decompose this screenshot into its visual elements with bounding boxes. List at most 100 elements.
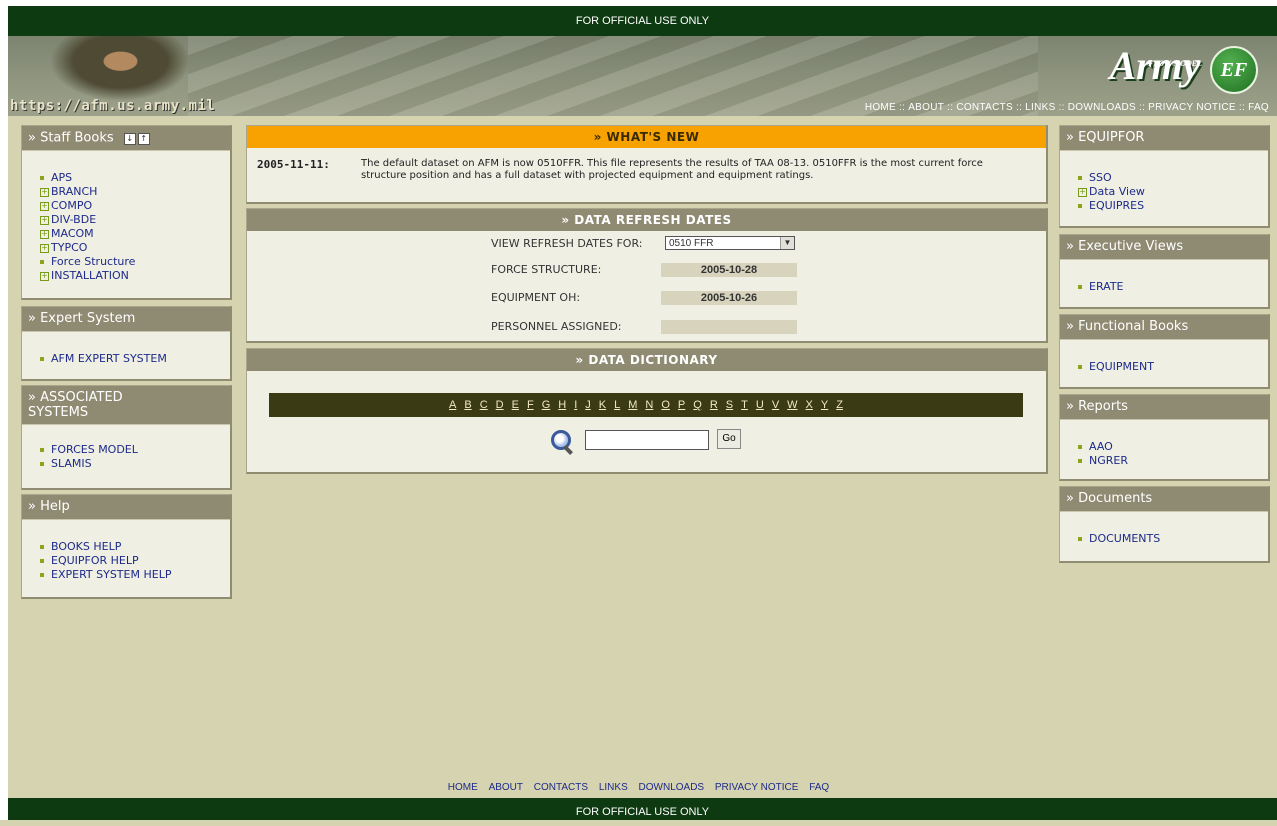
list-item[interactable]: SSO bbox=[1078, 171, 1268, 185]
letter-link-e[interactable]: E bbox=[512, 399, 519, 411]
list-item[interactable]: EQUIPMENT bbox=[1078, 360, 1268, 374]
letter-link-a[interactable]: A bbox=[449, 399, 456, 411]
collapse-all-icon[interactable]: ↑ bbox=[137, 133, 150, 145]
letter-link-y[interactable]: Y bbox=[821, 399, 828, 411]
menu-link-macom[interactable]: MACOM bbox=[51, 227, 94, 240]
letter-link-m[interactable]: M bbox=[628, 399, 637, 411]
letter-link-b[interactable]: B bbox=[464, 399, 471, 411]
footer-link-downloads[interactable]: DOWNLOADS bbox=[639, 782, 705, 793]
letter-link-h[interactable]: H bbox=[558, 399, 566, 411]
go-button[interactable]: Go bbox=[717, 429, 741, 449]
menu-link-sso[interactable]: SSO bbox=[1089, 171, 1112, 184]
footer-link-faq[interactable]: FAQ bbox=[809, 782, 829, 793]
letter-link-s[interactable]: S bbox=[726, 399, 733, 411]
menu-link-branch[interactable]: BRANCH bbox=[51, 185, 97, 198]
letter-link-o[interactable]: O bbox=[661, 399, 670, 411]
menu-link-books-help[interactable]: BOOKS HELP bbox=[51, 540, 121, 553]
menu-link-equipment[interactable]: EQUIPMENT bbox=[1089, 360, 1154, 373]
nav-links[interactable]: LINKS bbox=[1025, 102, 1055, 113]
magnifier-handle bbox=[563, 445, 573, 455]
list-item[interactable]: INSTALLATION bbox=[40, 269, 230, 283]
expand-icon[interactable] bbox=[40, 185, 51, 199]
nav-home[interactable]: HOME bbox=[865, 102, 896, 113]
letter-link-l[interactable]: L bbox=[614, 399, 620, 411]
menu-link-force-structure[interactable]: Force Structure bbox=[51, 255, 135, 268]
menu-link-aao[interactable]: AAO bbox=[1089, 440, 1113, 453]
dropdown-arrow-icon[interactable]: ▼ bbox=[780, 237, 794, 249]
expand-icon[interactable] bbox=[40, 213, 51, 227]
letter-link-c[interactable]: C bbox=[480, 399, 488, 411]
expand-icon[interactable] bbox=[1078, 185, 1089, 199]
list-item[interactable]: DIV-BDE bbox=[40, 213, 230, 227]
list-item[interactable]: BRANCH bbox=[40, 185, 230, 199]
nav-contacts[interactable]: CONTACTS bbox=[956, 102, 1013, 113]
letter-link-t[interactable]: T bbox=[741, 399, 748, 411]
letter-link-q[interactable]: Q bbox=[693, 399, 702, 411]
list-item[interactable]: COMPO bbox=[40, 199, 230, 213]
footer-link-about[interactable]: ABOUT bbox=[489, 782, 523, 793]
letter-link-j[interactable]: J bbox=[585, 399, 591, 411]
list-item[interactable]: EXPERT SYSTEM HELP bbox=[40, 568, 230, 582]
list-item[interactable]: TYPCO bbox=[40, 241, 230, 255]
menu-link-afm-expert-system[interactable]: AFM EXPERT SYSTEM bbox=[51, 352, 167, 365]
letter-link-d[interactable]: D bbox=[496, 399, 504, 411]
menu-link-compo[interactable]: COMPO bbox=[51, 199, 92, 212]
menu-link-aps[interactable]: APS bbox=[51, 171, 72, 184]
list-item[interactable]: ERATE bbox=[1078, 280, 1268, 294]
expand-icon[interactable] bbox=[40, 241, 51, 255]
letter-link-k[interactable]: K bbox=[599, 399, 606, 411]
list-item[interactable]: DOCUMENTS bbox=[1078, 532, 1268, 546]
nav-downloads[interactable]: DOWNLOADS bbox=[1068, 102, 1136, 113]
footer-link-privacy-notice[interactable]: PRIVACY NOTICE bbox=[715, 782, 799, 793]
letter-link-z[interactable]: Z bbox=[836, 399, 843, 411]
letter-link-x[interactable]: X bbox=[806, 399, 813, 411]
list-item[interactable]: NGRER bbox=[1078, 454, 1268, 468]
list-item[interactable]: AFM EXPERT SYSTEM bbox=[40, 352, 230, 366]
footer-link-contacts[interactable]: CONTACTS bbox=[534, 782, 588, 793]
list-item[interactable]: Data View bbox=[1078, 185, 1268, 199]
menu-link-equipres[interactable]: EQUIPRES bbox=[1089, 199, 1144, 212]
list-item[interactable]: APS bbox=[40, 171, 230, 185]
menu-link-data-view[interactable]: Data View bbox=[1089, 185, 1145, 198]
letter-link-i[interactable]: I bbox=[574, 399, 577, 411]
menu-link-forces-model[interactable]: FORCES MODEL bbox=[51, 443, 138, 456]
menu-link-ngrer[interactable]: NGRER bbox=[1089, 454, 1128, 467]
expand-icon[interactable] bbox=[40, 199, 51, 213]
menu-link-typco[interactable]: TYPCO bbox=[51, 241, 87, 254]
menu-link-erate[interactable]: ERATE bbox=[1089, 280, 1124, 293]
list-item[interactable]: EQUIPRES bbox=[1078, 199, 1268, 213]
nav-about[interactable]: ABOUT bbox=[908, 102, 944, 113]
letter-link-r[interactable]: R bbox=[710, 399, 718, 411]
nav-privacy-notice[interactable]: PRIVACY NOTICE bbox=[1148, 102, 1236, 113]
dataset-select[interactable]: 0510 FFR ▼ bbox=[665, 236, 795, 250]
expand-icon[interactable] bbox=[40, 227, 51, 241]
menu-link-expert-system-help[interactable]: EXPERT SYSTEM HELP bbox=[51, 568, 171, 581]
letter-link-f[interactable]: F bbox=[527, 399, 534, 411]
list-item[interactable]: BOOKS HELP bbox=[40, 540, 230, 554]
list-item[interactable]: FORCES MODEL bbox=[40, 443, 230, 457]
letter-link-v[interactable]: V bbox=[772, 399, 779, 411]
letter-link-p[interactable]: P bbox=[678, 399, 685, 411]
letter-link-g[interactable]: G bbox=[542, 399, 551, 411]
list-item[interactable]: SLAMIS bbox=[40, 457, 230, 471]
staff-books-header: » Staff Books ↓ ↑ bbox=[22, 126, 230, 151]
menu-link-slamis[interactable]: SLAMIS bbox=[51, 457, 92, 470]
expand-icon[interactable] bbox=[40, 269, 51, 283]
list-item[interactable]: MACOM bbox=[40, 227, 230, 241]
menu-link-installation[interactable]: INSTALLATION bbox=[51, 269, 129, 282]
dictionary-search-input[interactable] bbox=[585, 430, 709, 450]
nav-faq[interactable]: FAQ bbox=[1248, 102, 1269, 113]
expand-all-icon[interactable]: ↓ bbox=[123, 133, 136, 145]
footer-link-home[interactable]: HOME bbox=[448, 782, 478, 793]
menu-link-equipfor-help[interactable]: EQUIPFOR HELP bbox=[51, 554, 139, 567]
nav-separator: :: bbox=[1139, 102, 1146, 113]
list-item[interactable]: AAO bbox=[1078, 440, 1268, 454]
list-item[interactable]: EQUIPFOR HELP bbox=[40, 554, 230, 568]
list-item[interactable]: Force Structure bbox=[40, 255, 230, 269]
letter-link-u[interactable]: U bbox=[756, 399, 764, 411]
menu-link-documents[interactable]: DOCUMENTS bbox=[1089, 532, 1160, 545]
letter-link-n[interactable]: N bbox=[645, 399, 653, 411]
footer-link-links[interactable]: LINKS bbox=[599, 782, 628, 793]
menu-link-div-bde[interactable]: DIV-BDE bbox=[51, 213, 96, 226]
letter-link-w[interactable]: W bbox=[787, 399, 797, 411]
